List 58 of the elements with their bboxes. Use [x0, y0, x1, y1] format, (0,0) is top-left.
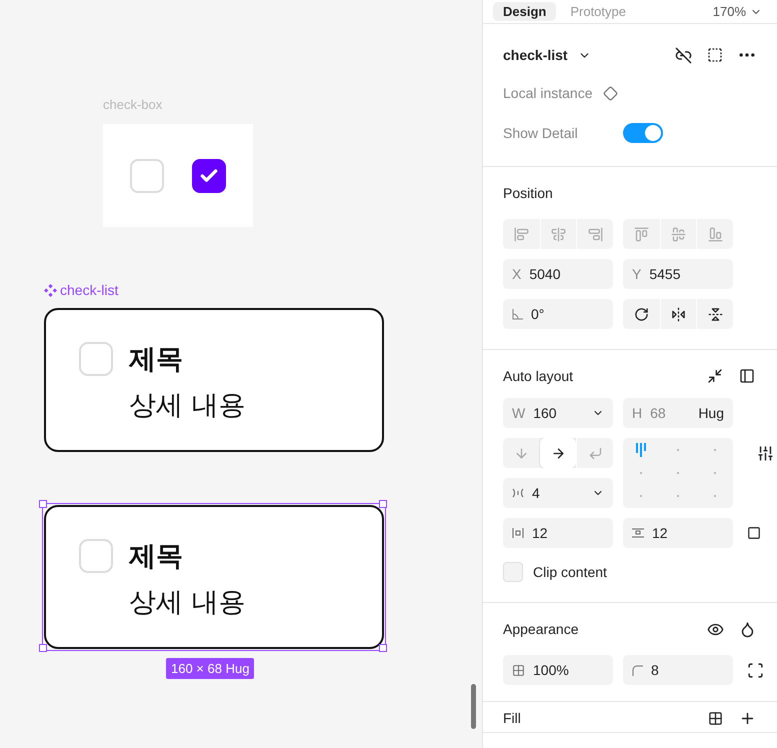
arrow-down-icon [514, 446, 529, 460]
x-field[interactable]: X 5040 [503, 259, 613, 289]
checkbox-label: Clip content [533, 564, 607, 580]
resize-handle[interactable] [379, 500, 387, 508]
padding-icon [512, 528, 524, 538]
horizontal-padding-field[interactable]: 12 [503, 518, 613, 548]
resize-handle[interactable] [39, 644, 47, 652]
vertical-padding-field[interactable]: 12 [623, 518, 733, 548]
checkbox[interactable] [503, 562, 523, 582]
align-top-icon [634, 226, 649, 242]
layer-name[interactable]: check-list [503, 47, 568, 63]
component-icon [44, 284, 57, 296]
wrap-arrow-icon [588, 446, 603, 460]
frame-label: check-box [103, 97, 162, 112]
card-detail: 상세 내용 [129, 389, 246, 423]
opacity-icon [512, 664, 525, 676]
align-right-icon [588, 226, 603, 242]
scrollbar[interactable] [471, 684, 476, 729]
diamond-icon [602, 86, 618, 100]
angle-icon [512, 308, 523, 320]
gap-icon [512, 488, 524, 498]
corner-radius-field[interactable]: 8 [623, 655, 733, 685]
y-field[interactable]: Y 5455 [623, 259, 733, 289]
zoom-dropdown[interactable]: 170% [706, 3, 768, 20]
rotate-icon [634, 306, 649, 322]
align-left-icon [514, 226, 529, 242]
flip-horizontal-icon [670, 306, 686, 322]
check-list-card[interactable]: 제목 상세 내용 [44, 308, 384, 452]
property-label: Show Detail [503, 125, 579, 141]
align-middle-icon [670, 226, 686, 242]
size-label: 160 × 68 Hug [166, 658, 254, 679]
resize-handle[interactable] [379, 644, 387, 652]
padding-icon [632, 528, 644, 538]
check-list-card[interactable]: 제목 상세 내용 [44, 505, 384, 649]
toggle-switch[interactable] [623, 123, 663, 143]
resize-handle[interactable] [39, 500, 47, 508]
panel-tab[interactable]: Design [493, 2, 556, 21]
design-canvas[interactable]: check-box check-list 제목 상세 내용 제목 상세 내용 160 × 68 Hug [0, 0, 482, 748]
gap-field[interactable]: 4 [503, 478, 613, 508]
section-title: Auto layout [503, 368, 574, 384]
section-title: Fill [503, 710, 521, 726]
corner-icon [632, 664, 643, 676]
opacity-field[interactable]: 100% [503, 655, 613, 685]
section-title: Appearance [503, 621, 579, 637]
rotation-field[interactable]: 0° [503, 299, 613, 329]
flip-vertical-icon [708, 306, 723, 322]
height-field[interactable]: H 68 Hug [623, 398, 733, 428]
instance-label: Local instance [503, 85, 593, 101]
align-center-icon [550, 226, 566, 242]
align-bottom-icon [708, 226, 723, 242]
arrow-right-icon [550, 446, 566, 460]
card-title: 제목 [129, 540, 184, 574]
card-detail: 상세 내용 [129, 586, 246, 620]
card-title: 제목 [129, 343, 184, 377]
alignment-bars-icon [636, 442, 646, 457]
component-label: check-list [44, 282, 118, 298]
section-title: Position [503, 185, 553, 201]
width-field[interactable]: W 160 [503, 398, 613, 428]
